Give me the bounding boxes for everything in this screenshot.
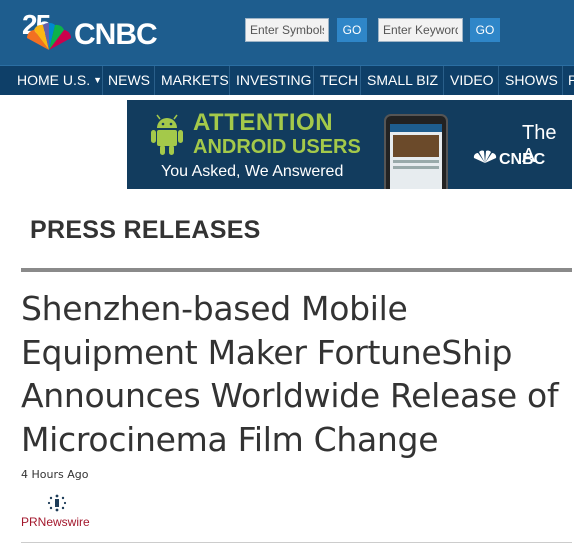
dropdown-caret-icon: ▼ <box>93 75 103 85</box>
article-timestamp: 4 Hours Ago <box>21 468 89 481</box>
prnewswire-globe-icon[interactable] <box>46 493 68 513</box>
nav-divider <box>562 66 563 95</box>
phone-screen-line <box>393 160 439 163</box>
symbol-go-button[interactable]: GO <box>337 18 367 42</box>
nav-item-news[interactable]: NEWS <box>108 72 150 88</box>
nav-divider <box>154 66 155 95</box>
nav-item-investing[interactable]: INVESTING <box>236 72 311 88</box>
bottom-divider <box>21 542 572 543</box>
nav-item-home-us[interactable]: HOME U.S. ▼ <box>17 72 102 88</box>
phone-screen <box>390 124 442 189</box>
nav-divider <box>313 66 314 95</box>
nav-divider <box>102 66 103 95</box>
phone-screen-line <box>393 166 439 169</box>
nav-item-shows[interactable]: SHOWS <box>505 72 558 88</box>
article-headline: Shenzhen-based Mobile Equipment Maker Fo… <box>21 289 559 459</box>
android-robot-icon <box>151 114 183 155</box>
phone-illustration <box>384 114 448 189</box>
nav-label-home-us: HOME U.S. <box>17 72 91 88</box>
nav-item-markets[interactable]: MARKETS <box>161 72 229 88</box>
nav-item-tech[interactable]: TECH <box>320 72 358 88</box>
ad-headline: ATTENTION <box>193 109 334 136</box>
phone-screen-image <box>393 135 439 157</box>
phone-screen-header <box>390 124 442 132</box>
logo-wordmark: CNBC <box>74 18 158 51</box>
section-title[interactable]: PRESS RELEASES <box>30 216 261 245</box>
ad-cnbc-wordmark: CNBC <box>499 151 546 168</box>
prnewswire-logo-text[interactable]: PRNewswire <box>21 515 90 529</box>
ad-tagline: You Asked, We Answered <box>161 163 344 180</box>
cnbc-logo[interactable]: 25 CNBC <box>22 8 212 52</box>
nav-item-video[interactable]: VIDEO <box>450 72 494 88</box>
nav-divider <box>360 66 361 95</box>
nav-divider <box>443 66 444 95</box>
peacock-small-icon <box>473 150 497 163</box>
nav-divider <box>229 66 230 95</box>
nav-item-small-biz[interactable]: SMALL BIZ <box>367 72 438 88</box>
nav-divider <box>498 66 499 95</box>
site-header: 25 CNBC GO GO <box>0 0 574 65</box>
peacock-icon <box>26 22 72 50</box>
ad-cnbc-logo: CNBC <box>473 150 545 169</box>
android-app-ad[interactable]: ATTENTION ANDROID USERS You Asked, We An… <box>127 100 572 189</box>
nav-item-overflow[interactable]: P <box>568 72 574 88</box>
symbol-input[interactable] <box>245 18 329 42</box>
keyword-input[interactable] <box>378 18 463 42</box>
main-nav: HOME U.S. ▼ NEWS MARKETS INVESTING TECH S… <box>0 65 574 95</box>
keyword-go-button[interactable]: GO <box>470 18 500 42</box>
ad-subheadline: ANDROID USERS <box>193 136 361 158</box>
section-divider <box>21 268 572 272</box>
